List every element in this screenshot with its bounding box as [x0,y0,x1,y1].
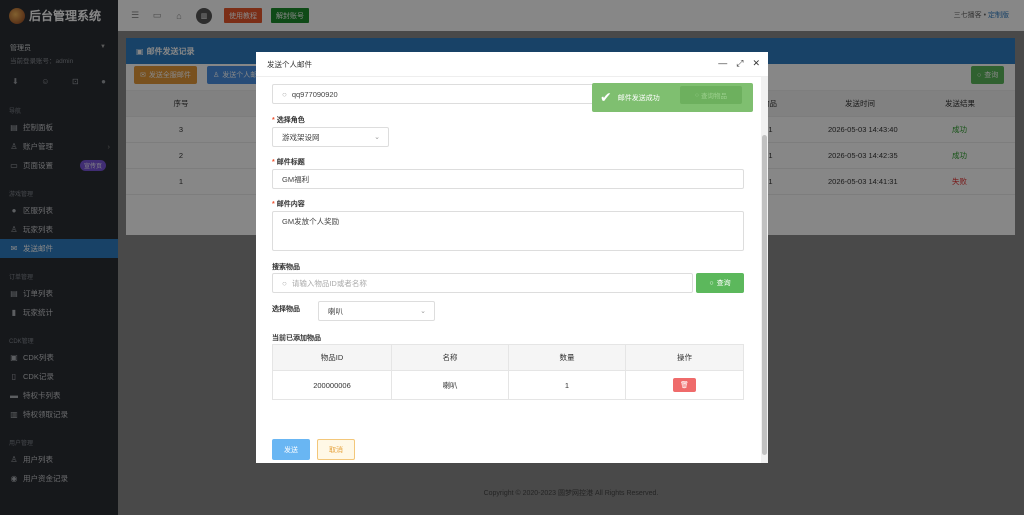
account-value: qq977090920 [291,89,338,99]
search-placeholder: 请输入物品ID或者名称 [291,278,367,288]
item-qty-cell: 1 [509,371,626,399]
subject-input[interactable]: GM福利 [272,169,744,189]
chevron-down-icon: ⌄ [374,134,380,141]
maximize-icon[interactable]: ⤢ [736,58,743,69]
toast-ghost-button: ○ 查询物品 [680,86,742,104]
dialog-scrollbar[interactable] [761,77,768,463]
dialog-body: ○ qq977090920 * 选择角色 游戏架设网 ⌄ * 邮件标题 GM福利 * 邮件… [256,77,761,463]
content-label-text: 邮件内容 [276,201,305,208]
minimize-icon[interactable]: — [718,58,727,69]
content-label: * 邮件内容 [272,201,305,208]
role-value: 游戏架设网 [282,132,320,142]
item-id-cell: 200000006 [273,371,392,399]
search-icon: ○ [709,279,714,287]
column-header: 物品ID [273,345,392,370]
role-label-text: 选择角色 [276,117,305,124]
item-select-value: 喇叭 [328,306,343,316]
subject-label-text: 邮件标题 [276,159,305,166]
toast-ghost-label: 查询物品 [700,93,727,100]
item-name-cell: 喇叭 [392,371,509,399]
subject-value: GM福利 [282,174,310,184]
item-select[interactable]: 喇叭 ⌄ [318,301,435,321]
content-value: GM发放个人奖励 [282,217,340,226]
item-search-label: 查询 [716,280,731,287]
check-icon: ✔ [600,89,612,105]
select-item-label-text: 选择物品 [272,306,300,313]
added-items-label-text: 当前已添加物品 [272,335,321,342]
select-item-label: 选择物品 [272,304,300,314]
scrollbar-thumb[interactable] [762,135,767,455]
dialog-title: 发送个人邮件 [267,59,312,69]
column-header: 操作 [677,353,692,362]
success-toast: ✔ 邮件发送成功 ○ 查询物品 [592,83,753,112]
close-icon[interactable]: ✕ [752,58,760,69]
delete-icon[interactable]: 🗑 [673,378,696,392]
dialog-header: 发送个人邮件 [256,52,768,77]
item-search-input[interactable]: ○ 请输入物品ID或者名称 [272,273,693,293]
table-header: 物品ID 名称 数量 操作 [273,345,743,371]
added-items-table: 物品ID 名称 数量 操作 200000006 喇叭 1 🗑 [272,344,744,400]
content-textarea[interactable]: GM发放个人奖励 [272,211,744,251]
search-icon: ○ [282,278,287,288]
column-header: 名称 [392,345,509,370]
search-label: 搜索物品 [272,262,300,272]
search-icon: ○ [282,89,287,99]
search-icon: ○ [695,91,699,99]
send-personal-mail-dialog: 发送个人邮件 — ⤢ ✕ ○ qq977090920 * 选择角色 游戏架设网 ⌄ *… [256,52,768,463]
table-row: 200000006 喇叭 1 🗑 [273,371,743,399]
column-header: 数量 [509,345,626,370]
subject-label: * 邮件标题 [272,159,305,166]
dialog-controls: — ⤢ ✕ [718,58,760,69]
send-button[interactable]: 发送 [272,439,310,460]
role-label: * 选择角色 [272,117,305,124]
role-select[interactable]: 游戏架设网 ⌄ [272,127,389,147]
item-search-button[interactable]: ○ 查询 [696,273,744,293]
cancel-button[interactable]: 取消 [317,439,355,460]
toast-message: 邮件发送成功 [617,94,660,102]
item-action-cell: 🗑 [626,371,743,399]
added-items-label: 当前已添加物品 [272,333,321,343]
search-label-text: 搜索物品 [272,264,300,271]
chevron-down-icon: ⌄ [420,308,426,315]
